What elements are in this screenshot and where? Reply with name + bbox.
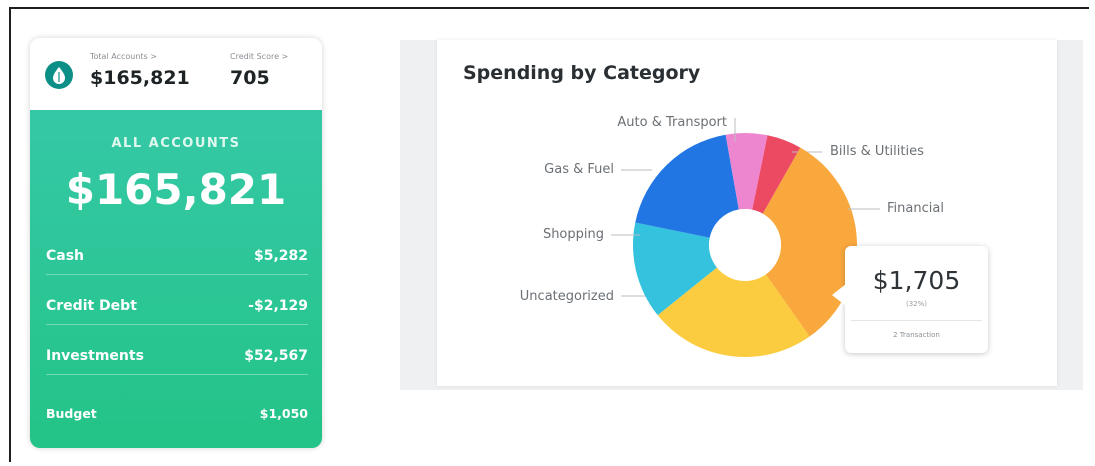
tooltip-percent: (32%) [905, 300, 928, 308]
donut-center [709, 209, 781, 281]
category-label: Bills & Utilities [830, 144, 924, 159]
category-label: Uncategorized [520, 289, 614, 304]
category-label: Financial [887, 201, 944, 216]
tooltip-amount: $1,705 [872, 266, 961, 295]
category-label: Gas & Fuel [544, 162, 614, 177]
category-label: Auto & Transport [617, 115, 727, 130]
category-label: Shopping [543, 227, 604, 242]
spending-donut-chart: Auto & Transport Bills & Utilities Financi… [520, 115, 944, 357]
tooltip-transactions[interactable]: 2 Transaction [845, 331, 988, 339]
tooltip-pointer [832, 284, 846, 306]
tooltip-divider [851, 320, 982, 321]
category-tooltip: $1,705 (32%) 2 Transaction [845, 246, 988, 353]
